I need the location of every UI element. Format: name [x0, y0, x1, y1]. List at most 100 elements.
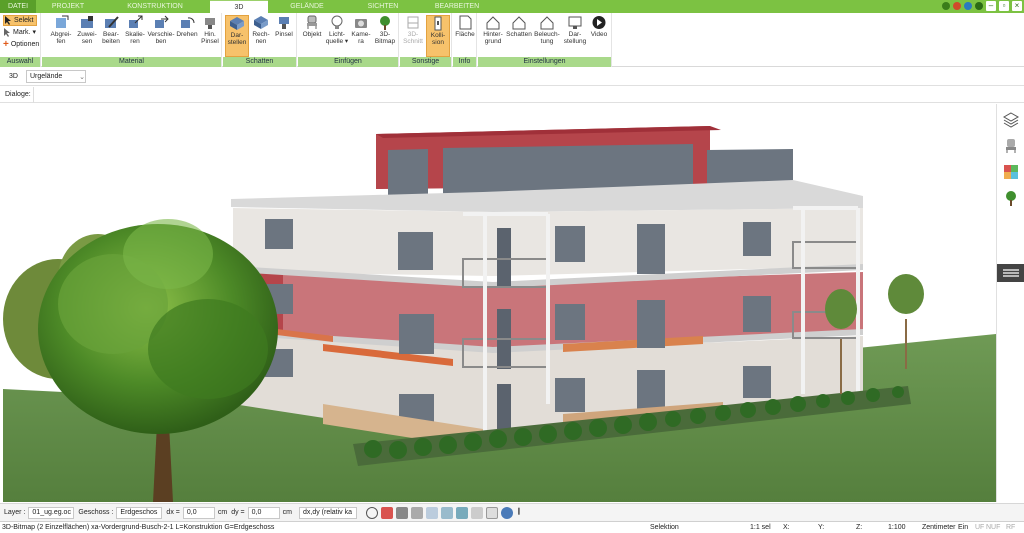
tab-projekt[interactable]: PROJEKT: [36, 0, 100, 13]
darstellen-button[interactable]: Dar-stellen: [225, 15, 249, 57]
angle-snap-icon[interactable]: [455, 506, 468, 519]
group-label: Einfügen: [298, 57, 398, 67]
dialog-row: Dialoge:: [0, 86, 1024, 103]
button-label: Bear-: [103, 31, 119, 38]
tab-konstruktion[interactable]: KONSTRUKTION: [100, 0, 210, 13]
einst-schatten-button[interactable]: Schatten: [506, 15, 532, 38]
area-icon: [459, 15, 472, 30]
button-label: Objekt: [302, 31, 322, 38]
snap-icon[interactable]: [410, 506, 423, 519]
monitor-icon: [568, 16, 582, 29]
layer-select[interactable]: 01_ug.eg.oc: [28, 506, 75, 519]
ortho-icon[interactable]: [425, 506, 438, 519]
window: [555, 226, 585, 262]
dx-input[interactable]: 0,0: [182, 506, 215, 519]
window: [743, 222, 771, 256]
button-label: beiten: [102, 38, 120, 45]
window: [743, 296, 771, 332]
button-label: Pinsel: [201, 38, 219, 45]
flaeche-button[interactable]: Fläche: [454, 15, 476, 38]
verschieben-button[interactable]: Verschie-ben: [145, 15, 177, 45]
quick-red-icon[interactable]: [953, 2, 961, 10]
status-nuf: NUF: [986, 524, 1001, 531]
3d-bitmap-button[interactable]: 3D- Bitmap: [372, 15, 398, 45]
grid-icon[interactable]: [485, 506, 498, 519]
status-x: X:: [783, 524, 790, 531]
button-label: Schnitt: [403, 38, 423, 45]
help-icon[interactable]: [975, 2, 983, 10]
coordinate-mode-select[interactable]: dx,dy (relativ ka: [298, 506, 357, 519]
n-circle-icon[interactable]: [500, 506, 513, 519]
abgreifen-button[interactable]: Abgrei-fen: [46, 15, 76, 45]
group-sonstige: 3D- Schnitt Kolli-sion Sonstige: [400, 13, 452, 67]
screen-red-icon[interactable]: [380, 506, 393, 519]
drehen-button[interactable]: Drehen: [174, 15, 200, 38]
mark-button[interactable]: Mark. ▾: [3, 27, 36, 38]
section-icon: [407, 16, 419, 29]
quick-pencil-icon[interactable]: [942, 2, 950, 10]
beleuchtung-button[interactable]: Beleuch-tung: [533, 15, 561, 45]
restore-icon[interactable]: ▫: [999, 1, 1009, 11]
dy-label: dy =: [231, 509, 245, 516]
tab-label: SICHTEN: [367, 3, 399, 10]
collision-icon: [434, 16, 442, 31]
hin-pinsel-button[interactable]: Hin. Pinsel: [198, 15, 222, 45]
clock-icon[interactable]: [365, 506, 378, 519]
zuweisen-button[interactable]: Zuwei-sen: [74, 15, 100, 45]
button-label: ben: [155, 38, 167, 45]
chair-icon[interactable]: [1003, 138, 1019, 154]
3d-scene[interactable]: [3, 104, 996, 502]
button-label: stellung: [563, 38, 587, 45]
status-message: 3D-Bitmap (2 Einzelflächen) xa-Vordergru…: [2, 524, 275, 531]
plant-icon[interactable]: [1003, 190, 1019, 206]
tab-bearbeiten[interactable]: BEARBEITEN: [420, 0, 494, 13]
button-label: Pinsel: [275, 31, 293, 38]
button-label: Fläche: [455, 31, 475, 38]
button-label: Video: [590, 31, 608, 38]
tab-3d[interactable]: 3D: [210, 0, 268, 13]
dy-input[interactable]: 0,0: [247, 506, 280, 519]
view-select[interactable]: Urgelände ⌄: [25, 70, 86, 83]
schatten-pinsel-button[interactable]: Pinsel: [273, 15, 295, 38]
pin-icon[interactable]: ❙: [516, 507, 528, 519]
kamera-button[interactable]: Kame-ra: [350, 15, 372, 45]
objekt-button[interactable]: Objekt: [300, 15, 324, 38]
3d-viewport[interactable]: [3, 104, 996, 502]
material-palette-icon[interactable]: [1003, 164, 1019, 180]
tab-datei[interactable]: DATEI: [0, 0, 36, 13]
tab-sichten[interactable]: SICHTEN: [346, 0, 420, 13]
button-label: Licht-: [329, 31, 345, 38]
rechnen-button[interactable]: Rech-nen: [250, 15, 272, 45]
minimize-icon[interactable]: –: [986, 1, 996, 11]
hintergrund-button[interactable]: Hinter-grund: [480, 15, 506, 45]
video-button[interactable]: Video: [588, 15, 610, 38]
selekt-button[interactable]: Selekt: [3, 15, 38, 26]
dy-unit: cm: [282, 509, 292, 516]
layers-icon[interactable]: [1003, 112, 1019, 128]
kollision-button[interactable]: Kolli-sion: [426, 15, 450, 57]
3d-schnitt-button[interactable]: 3D- Schnitt: [401, 15, 425, 45]
bearbeiten-button[interactable]: Bear-beiten: [98, 15, 124, 45]
group-info: Fläche Info: [453, 13, 477, 67]
layer-label: Layer :: [4, 509, 26, 516]
button-label: grund: [484, 38, 502, 45]
panel-toggle-button[interactable]: [997, 264, 1024, 282]
geschoss-select[interactable]: Erdgeschos: [116, 506, 163, 519]
button-label: Zuwei-: [77, 31, 97, 38]
optionen-label: Optionen: [10, 41, 40, 48]
button-label: stellen: [227, 39, 247, 46]
tab-label: PROJEKT: [51, 3, 85, 10]
print-icon[interactable]: [395, 506, 408, 519]
layer-toggle-icon[interactable]: [470, 506, 483, 519]
lightbulb-icon: [331, 15, 343, 29]
lichtquelle-button[interactable]: Licht-quelle ▾: [324, 15, 350, 45]
darstellung-button[interactable]: Dar-stellung: [562, 15, 588, 45]
optionen-button[interactable]: + Optionen: [3, 39, 39, 50]
tab-gelaende[interactable]: GELÄNDE: [268, 0, 346, 13]
quick-blue-icon[interactable]: [964, 2, 972, 10]
window-controls: – ▫ ×: [942, 1, 1022, 11]
close-icon[interactable]: ×: [1012, 1, 1022, 11]
tab-label: DATEI: [7, 3, 29, 10]
grid-snap-icon[interactable]: [440, 506, 453, 519]
shadow-display-icon: [230, 17, 244, 30]
